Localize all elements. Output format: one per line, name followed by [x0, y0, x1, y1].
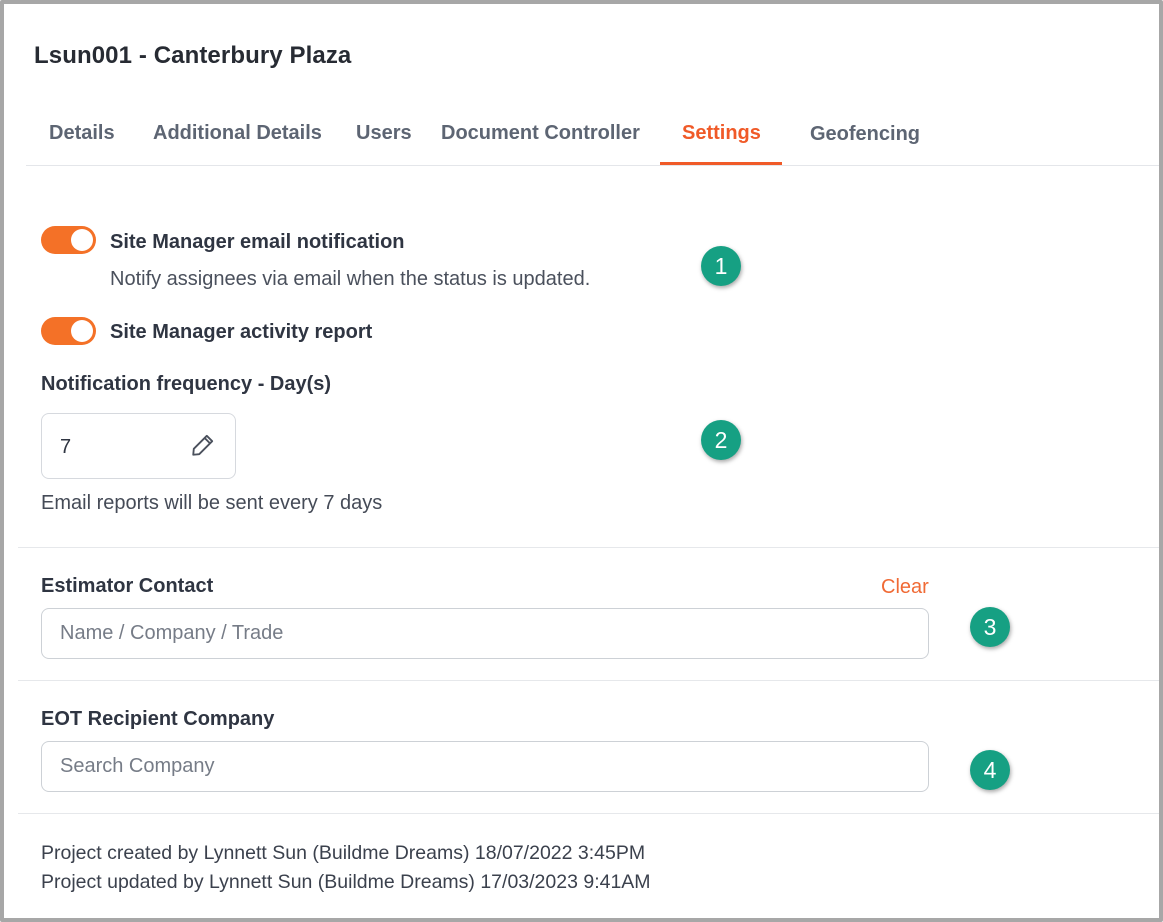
email-notification-toggle[interactable] — [41, 226, 96, 254]
frequency-field[interactable]: 7 — [41, 413, 236, 479]
annotation-badge-2: 2 — [701, 420, 741, 460]
frequency-help-text: Email reports will be sent every 7 days — [41, 492, 383, 514]
email-notification-description: Notify assignees via email when the stat… — [110, 268, 591, 290]
tab-details[interactable]: Details — [49, 122, 115, 145]
frequency-value: 7 — [60, 436, 72, 458]
estimator-contact-label: Estimator Contact — [41, 575, 214, 597]
active-tab-indicator — [660, 162, 782, 165]
email-notification-label: Site Manager email notification — [110, 231, 405, 253]
estimator-contact-input[interactable] — [41, 608, 929, 659]
eot-recipient-label: EOT Recipient Company — [41, 708, 275, 730]
tab-geofencing[interactable]: Geofencing — [810, 123, 920, 146]
tab-settings[interactable]: Settings — [682, 122, 761, 145]
tab-users[interactable]: Users — [356, 122, 412, 145]
activity-report-toggle[interactable] — [41, 317, 96, 345]
tab-document-controller[interactable]: Document Controller — [441, 122, 640, 145]
section-divider — [18, 680, 1159, 681]
annotation-badge-1: 1 — [701, 246, 741, 286]
clear-estimator-link[interactable]: Clear — [881, 576, 929, 599]
eot-company-search-input[interactable] — [41, 741, 929, 792]
section-divider — [18, 813, 1159, 814]
page-title: Lsun001 - Canterbury Plaza — [34, 42, 352, 69]
toggle-knob — [71, 229, 93, 251]
activity-report-label: Site Manager activity report — [110, 321, 373, 343]
frequency-label: Notification frequency - Day(s) — [41, 373, 332, 395]
tab-bar: Details Additional Details Users Documen… — [26, 106, 1159, 166]
pencil-icon[interactable] — [190, 432, 216, 458]
annotation-badge-3: 3 — [970, 607, 1010, 647]
section-divider — [18, 547, 1159, 548]
tab-additional-details[interactable]: Additional Details — [153, 122, 322, 145]
annotation-badge-4: 4 — [970, 750, 1010, 790]
project-updated-info: Project updated by Lynnett Sun (Buildme … — [41, 871, 651, 893]
project-created-info: Project created by Lynnett Sun (Buildme … — [41, 842, 646, 864]
toggle-knob — [71, 320, 93, 342]
